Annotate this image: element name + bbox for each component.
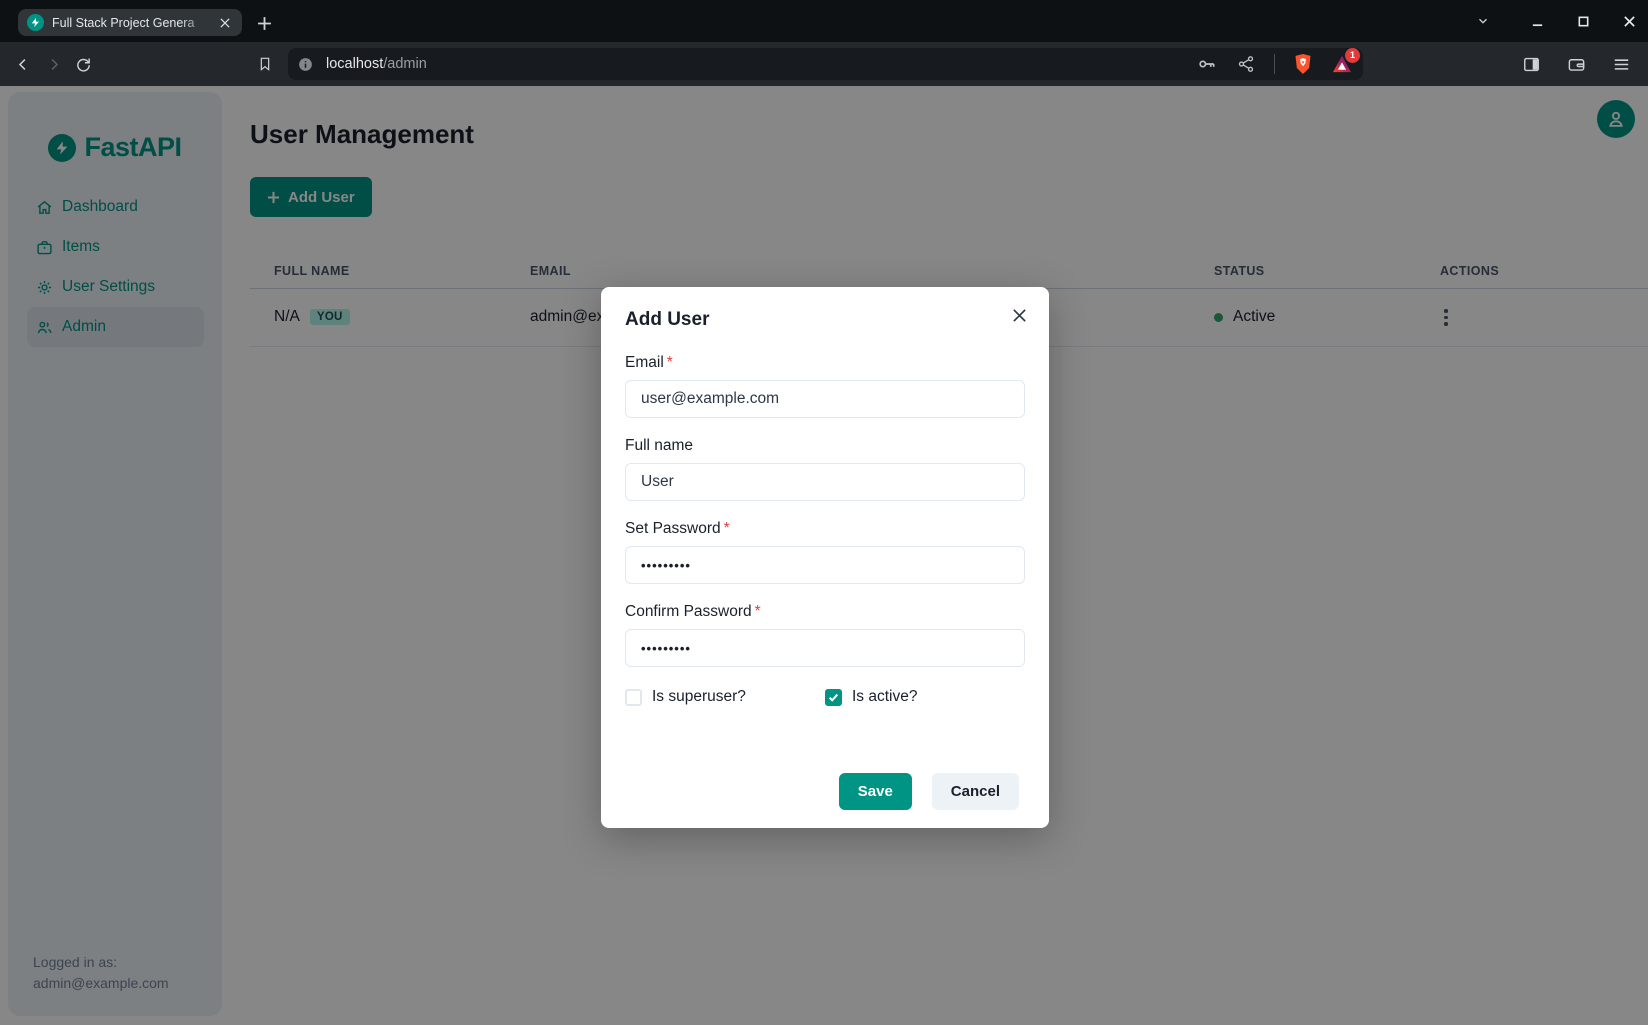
set-password-label: Set Password* [625, 520, 1025, 538]
save-button[interactable]: Save [839, 773, 912, 810]
page-content: FastAPI Dashboard Items [0, 86, 1648, 1025]
bookmark-icon[interactable] [250, 49, 280, 79]
is-active-label: Is active? [852, 688, 917, 706]
modal-close-icon[interactable] [1003, 299, 1035, 331]
url-path: /admin [383, 56, 427, 72]
toolbar-divider [1274, 54, 1275, 74]
required-asterisk: * [724, 520, 730, 537]
cancel-button[interactable]: Cancel [932, 773, 1019, 810]
rewards-badge: 1 [1345, 48, 1360, 63]
browser-window: Full Stack Project Genera [0, 0, 1648, 1025]
required-asterisk: * [755, 603, 761, 620]
maximize-button[interactable] [1572, 10, 1594, 32]
tab-close-icon[interactable] [216, 14, 234, 32]
add-user-modal: Add User Email* Full name Set Password* … [601, 287, 1049, 828]
site-info-icon[interactable] [296, 55, 314, 73]
close-window-button[interactable] [1618, 10, 1640, 32]
new-tab-button[interactable] [252, 11, 276, 35]
sidebar-toggle-icon[interactable] [1516, 49, 1546, 79]
browser-tab[interactable]: Full Stack Project Genera [18, 9, 242, 36]
menu-hamburger-icon[interactable] [1606, 49, 1636, 79]
full-name-field[interactable] [625, 463, 1025, 501]
url-text: localhost/admin [326, 56, 427, 72]
checkbox-row: Is superuser? Is active? [625, 688, 1025, 706]
share-icon[interactable] [1235, 53, 1257, 75]
set-password-field[interactable] [625, 546, 1025, 584]
is-superuser-label: Is superuser? [652, 688, 746, 706]
full-name-label: Full name [625, 437, 1025, 455]
email-label: Email* [625, 354, 1025, 372]
checkbox-checked-icon[interactable] [825, 689, 842, 706]
browser-toolbar: localhost/admin 1 [0, 42, 1648, 86]
url-bar[interactable]: localhost/admin 1 [288, 48, 1363, 80]
tab-title: Full Stack Project Genera [52, 16, 216, 30]
is-active-checkbox[interactable]: Is active? [825, 688, 917, 706]
required-asterisk: * [667, 354, 673, 371]
minimize-button[interactable] [1526, 10, 1548, 32]
titlebar: Full Stack Project Genera [0, 0, 1648, 42]
tab-search-chevron-down-icon[interactable] [1472, 10, 1494, 32]
is-superuser-checkbox[interactable]: Is superuser? [625, 688, 825, 706]
reload-button[interactable] [68, 49, 98, 79]
modal-actions: Save Cancel [839, 773, 1019, 810]
confirm-password-field[interactable] [625, 629, 1025, 667]
checkbox-unchecked-icon[interactable] [625, 689, 642, 706]
forward-button[interactable] [38, 49, 68, 79]
modal-title: Add User [625, 309, 1025, 331]
brave-shield-icon[interactable] [1292, 53, 1314, 75]
url-host: localhost [326, 56, 383, 72]
password-key-icon[interactable] [1196, 53, 1218, 75]
brave-rewards-icon[interactable]: 1 [1331, 53, 1353, 75]
fastapi-favicon-icon [27, 14, 44, 31]
confirm-password-label: Confirm Password* [625, 603, 1025, 621]
back-button[interactable] [8, 49, 38, 79]
wallet-icon[interactable] [1561, 49, 1591, 79]
email-field[interactable] [625, 380, 1025, 418]
